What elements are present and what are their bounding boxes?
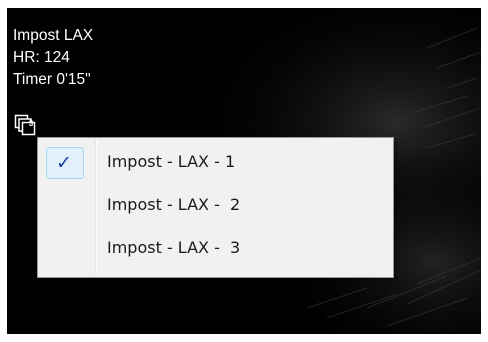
timer-label: Timer 0'15" [13,71,91,88]
series-context-menu: ✓ Impost - LAX - 1 Impost - LAX - 2 Impo… [37,137,394,278]
menu-item-label: Impost - LAX - 3 [107,238,241,257]
checkmark-icon: ✓ [56,152,72,174]
menu-item-label: Impost - LAX - 2 [107,195,241,214]
menu-item-series-3[interactable]: Impost - LAX - 3 [41,230,390,268]
menu-item-series-2[interactable]: Impost - LAX - 2 [41,187,390,225]
heart-rate-label: HR: 124 [13,49,70,66]
menu-item-series-1[interactable]: ✓ Impost - LAX - 1 [41,144,390,182]
series-name-label: Impost LAX [13,27,94,44]
menu-item-label: Impost - LAX - 1 [107,152,236,171]
series-count-badge: 3 [28,119,34,128]
checked-indicator: ✓ [46,147,84,179]
